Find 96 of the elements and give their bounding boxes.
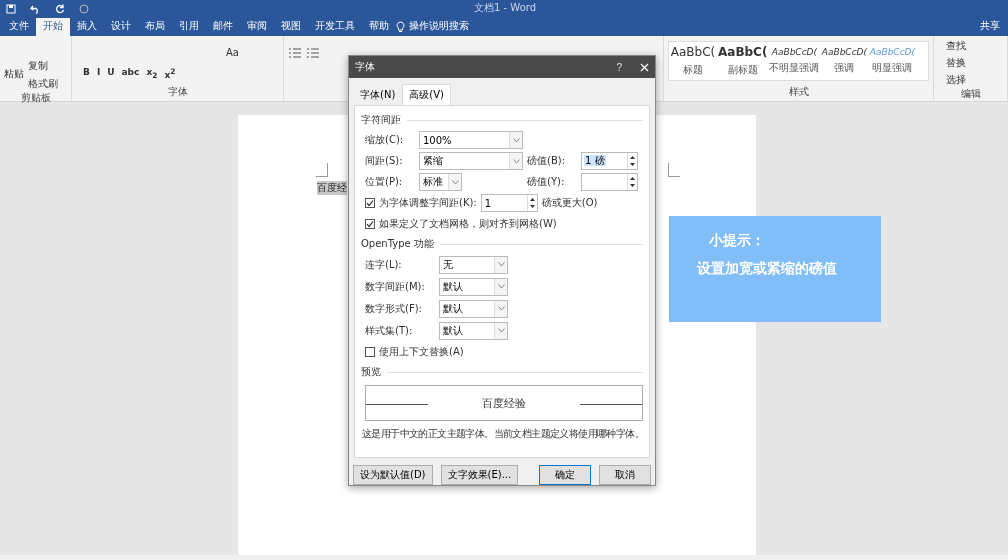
- spacing-amount-field[interactable]: 1 磅: [581, 152, 638, 170]
- tip-title: 小提示：: [709, 232, 766, 250]
- ribbon-tab[interactable]: 帮助: [362, 17, 396, 36]
- section-heading: 字符间距: [361, 113, 401, 127]
- dialog-tab[interactable]: 高级(V): [402, 84, 451, 105]
- document-text: 百度经: [317, 181, 347, 195]
- group-label: 剪贴板: [19, 91, 52, 105]
- format-button[interactable]: I: [93, 66, 104, 81]
- save-icon[interactable]: [6, 4, 16, 14]
- lightbulb-icon: [396, 21, 405, 33]
- opentype-dropdown[interactable]: 默认: [439, 277, 508, 296]
- caret-icon: [497, 328, 505, 333]
- field-label: 位置(P):: [365, 175, 404, 189]
- field-label: 间距(S):: [365, 154, 404, 168]
- opentype-dropdown[interactable]: 默认: [439, 321, 508, 340]
- caret-icon: [512, 158, 520, 164]
- format-button[interactable]: abc: [118, 66, 143, 81]
- group-label: 编辑: [959, 87, 982, 101]
- tell-me-search[interactable]: 操作说明搜索: [405, 19, 475, 36]
- tip-text: 设置加宽或紧缩的磅值: [697, 260, 838, 278]
- caret-icon: [497, 284, 505, 289]
- share-button[interactable]: 共享: [972, 19, 1008, 36]
- replace-button[interactable]: 替换: [946, 56, 1003, 70]
- caret-icon: [451, 179, 459, 185]
- dialog-button[interactable]: 设为默认值(D): [353, 465, 433, 485]
- style-name[interactable]: 强调: [834, 61, 855, 75]
- field-label: 缩放(C):: [365, 133, 405, 147]
- style-sample[interactable]: AaBbC(: [670, 45, 716, 59]
- undo-icon[interactable]: [30, 4, 41, 14]
- opentype-dropdown[interactable]: 默认: [439, 299, 508, 318]
- find-button[interactable]: 查找: [946, 39, 1003, 53]
- spin-arrows-icon[interactable]: [527, 195, 537, 211]
- close-icon[interactable]: [640, 62, 649, 72]
- checkbox-label[interactable]: 为字体调整字间距(K):: [379, 196, 477, 210]
- scale-dropdown[interactable]: 100%: [419, 131, 523, 149]
- style-name[interactable]: 明显强调: [872, 61, 913, 75]
- style-sample[interactable]: AaBbCcD(: [771, 47, 818, 57]
- style-name[interactable]: 副标题: [727, 63, 758, 77]
- format-button[interactable]: B: [80, 66, 93, 81]
- field-label: 数字间距(M):: [365, 279, 426, 294]
- opentype-dropdown[interactable]: 无: [439, 255, 508, 274]
- ribbon-tab[interactable]: 插入: [70, 17, 104, 36]
- ribbon-tab[interactable]: 设计: [104, 17, 138, 36]
- dialog-title: 字体: [355, 60, 376, 74]
- style-sample[interactable]: AaBbC(: [718, 45, 768, 59]
- format-button[interactable]: x$^{2}$: [161, 66, 179, 81]
- format-button[interactable]: x$_{2}$: [143, 66, 161, 81]
- ribbon-tab[interactable]: 审阅: [240, 17, 274, 36]
- paste-button[interactable]: 粘贴: [4, 67, 24, 91]
- font-description: 这是用于中文的正文主题字体。当前文档主题定义将使用哪种字体。: [362, 427, 643, 441]
- checkbox-label[interactable]: 如果定义了文档网格，则对齐到网格(W): [379, 217, 557, 231]
- checkbox-label[interactable]: 使用上下文替换(A): [379, 345, 464, 359]
- field-label: 磅值(B):: [527, 154, 567, 168]
- redo-icon[interactable]: [55, 4, 65, 14]
- spin-arrows-icon[interactable]: [628, 174, 637, 190]
- style-name[interactable]: 不明显强调: [769, 61, 820, 75]
- caret-icon: [512, 137, 520, 143]
- group-label: 字体: [166, 85, 189, 99]
- copy-button[interactable]: 复制: [28, 59, 58, 73]
- spacing-dropdown[interactable]: 紧缩: [419, 152, 523, 170]
- style-sample[interactable]: AaBbCcD(: [821, 47, 868, 57]
- kerning-suffix: 磅或更大(O): [541, 196, 598, 210]
- checkbox[interactable]: [365, 198, 375, 208]
- select-button[interactable]: 选择: [946, 73, 1003, 87]
- kerning-field[interactable]: 1: [480, 194, 538, 212]
- dialog-button[interactable]: 文字效果(E)...: [440, 465, 519, 485]
- ribbon-tab[interactable]: 文件: [2, 17, 36, 36]
- style-name[interactable]: 标题: [683, 63, 703, 77]
- checkbox[interactable]: [365, 219, 375, 229]
- change-case-button[interactable]: Aa: [226, 47, 239, 58]
- ribbon-tab[interactable]: 引用: [172, 17, 206, 36]
- field-label: 数字形式(F):: [365, 301, 423, 316]
- field-label: 连字(L):: [365, 257, 403, 272]
- format-painter-button[interactable]: 格式刷: [28, 77, 58, 91]
- format-button[interactable]: U: [104, 66, 118, 81]
- field-label: 样式集(T):: [365, 323, 414, 338]
- position-dropdown[interactable]: 标准: [419, 173, 462, 191]
- section-heading: 预览: [361, 365, 381, 379]
- section-heading: OpenType 功能: [361, 237, 434, 251]
- group-label: 样式: [787, 85, 810, 99]
- ribbon-tab[interactable]: 邮件: [206, 17, 240, 36]
- ribbon-tab[interactable]: 布局: [138, 17, 172, 36]
- position-amount-field[interactable]: [581, 173, 638, 191]
- help-button[interactable]: ?: [616, 61, 622, 73]
- dialog-button[interactable]: 取消: [599, 465, 651, 485]
- preview-text: 百度经验: [482, 395, 526, 411]
- circle-icon[interactable]: [79, 4, 89, 14]
- checkbox[interactable]: [365, 347, 375, 357]
- caret-icon: [497, 306, 505, 311]
- window-title: 文档1 - Word: [474, 1, 537, 15]
- field-label: 磅值(Y):: [527, 175, 566, 189]
- ribbon-tab[interactable]: 视图: [274, 17, 308, 36]
- caret-icon: [497, 262, 505, 267]
- dialog-button[interactable]: 确定: [539, 465, 591, 485]
- ribbon-tab[interactable]: 开发工具: [308, 17, 362, 36]
- spin-arrows-icon[interactable]: [628, 153, 637, 169]
